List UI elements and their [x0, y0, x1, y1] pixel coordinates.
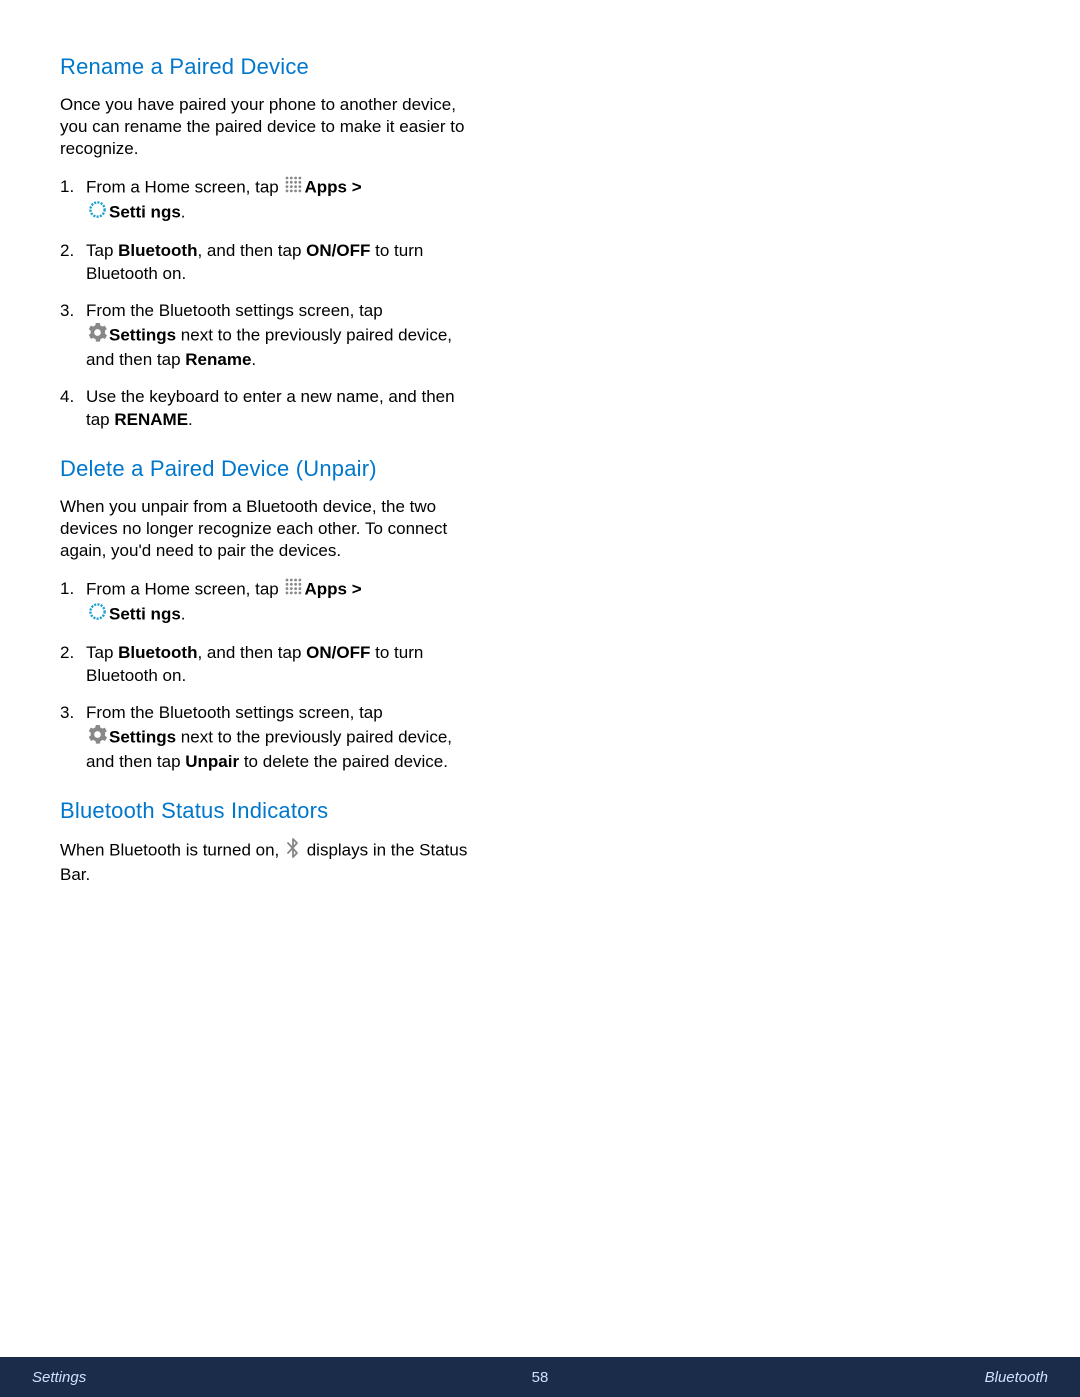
- apps-grid-icon: [285, 176, 302, 200]
- text: , and then tap: [197, 643, 306, 662]
- text: ON/OFF: [306, 241, 370, 260]
- text: Bluetooth: [118, 241, 197, 260]
- text: RENAME: [114, 410, 188, 429]
- section-delete: Delete a Paired Device (Unpair) When you…: [60, 456, 480, 774]
- text: ON/OFF: [306, 643, 370, 662]
- text: From a Home screen, tap: [86, 579, 283, 598]
- intro-delete: When you unpair from a Bluetooth device,…: [60, 496, 480, 562]
- text: From the Bluetooth settings screen, tap: [86, 301, 383, 320]
- settings-ring-icon: [88, 602, 107, 628]
- text: .: [181, 604, 186, 623]
- page-number: 58: [532, 1369, 549, 1386]
- text: Tap: [86, 241, 118, 260]
- heading-rename: Rename a Paired Device: [60, 54, 480, 80]
- settings-label: Settings: [109, 325, 176, 344]
- gear-icon: [88, 323, 107, 349]
- step-item: From a Home screen, tap Apps > Setti ngs…: [60, 176, 480, 226]
- text: When Bluetooth is turned on,: [60, 840, 284, 859]
- apps-grid-icon: [285, 578, 302, 602]
- section-status: Bluetooth Status Indicators When Bluetoo…: [60, 798, 480, 886]
- step-item: Tap Bluetooth, and then tap ON/OFF to tu…: [60, 642, 480, 688]
- text: From a Home screen, tap: [86, 178, 283, 197]
- heading-status: Bluetooth Status Indicators: [60, 798, 480, 824]
- page-footer: Settings 58 Bluetooth: [0, 1357, 1080, 1397]
- text: to delete the paired device.: [239, 752, 448, 771]
- text: .: [181, 203, 186, 222]
- apps-label: Apps: [304, 178, 347, 197]
- steps-rename: From a Home screen, tap Apps > Setti ngs…: [60, 176, 480, 431]
- text: From the Bluetooth settings screen, tap: [86, 703, 383, 722]
- step-item: Tap Bluetooth, and then tap ON/OFF to tu…: [60, 240, 480, 286]
- intro-rename: Once you have paired your phone to anoth…: [60, 94, 480, 160]
- step-item: From a Home screen, tap Apps > Setti ngs…: [60, 578, 480, 628]
- step-item: Use the keyboard to enter a new name, an…: [60, 386, 480, 432]
- footer-right: Bluetooth: [548, 1369, 1048, 1386]
- text: .: [188, 410, 193, 429]
- text: Bluetooth: [118, 643, 197, 662]
- step-item: From the Bluetooth settings screen, tap …: [60, 300, 480, 372]
- text: Rename: [185, 350, 251, 369]
- text: >: [347, 579, 362, 598]
- bluetooth-icon: [286, 838, 300, 864]
- section-rename: Rename a Paired Device Once you have pai…: [60, 54, 480, 432]
- text: Unpair: [185, 752, 239, 771]
- settings-ring-icon: [88, 200, 107, 226]
- step-item: From the Bluetooth settings screen, tap …: [60, 702, 480, 774]
- status-text: When Bluetooth is turned on, displays in…: [60, 838, 480, 886]
- text: .: [251, 350, 256, 369]
- apps-label: Apps: [304, 579, 347, 598]
- text: , and then tap: [197, 241, 306, 260]
- settings-label: Setti ngs: [109, 604, 181, 623]
- gear-icon: [88, 725, 107, 751]
- footer-left: Settings: [32, 1369, 532, 1386]
- text: >: [347, 178, 362, 197]
- heading-delete: Delete a Paired Device (Unpair): [60, 456, 480, 482]
- text: Tap: [86, 643, 118, 662]
- document-page: Rename a Paired Device Once you have pai…: [0, 0, 540, 886]
- steps-delete: From a Home screen, tap Apps > Setti ngs…: [60, 578, 480, 774]
- settings-label: Setti ngs: [109, 203, 181, 222]
- settings-label: Settings: [109, 727, 176, 746]
